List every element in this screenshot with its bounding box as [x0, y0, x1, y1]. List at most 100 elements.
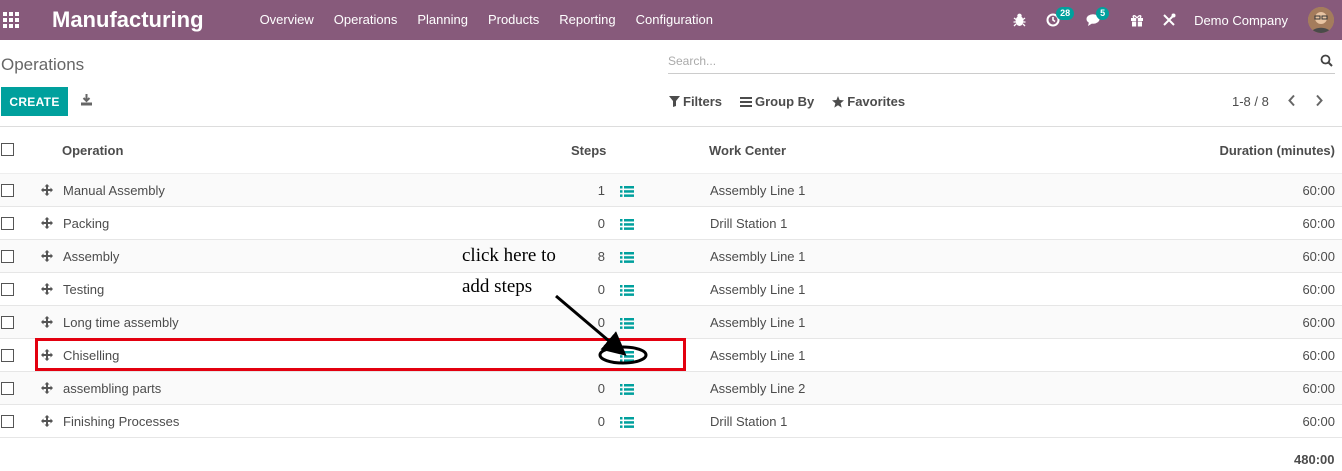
table-row[interactable]: Finishing Processes 0 Drill Station 1 60:00: [0, 405, 1342, 438]
debug-bug-icon[interactable]: [1013, 13, 1026, 27]
duration-value: 60:00: [1302, 249, 1335, 264]
drag-handle-icon[interactable]: [41, 184, 53, 199]
steps-list-icon[interactable]: [620, 383, 634, 398]
filters-button[interactable]: Filters: [669, 94, 722, 109]
pager-next-icon[interactable]: [1314, 94, 1324, 110]
duration-value: 60:00: [1302, 348, 1335, 363]
table-row[interactable]: Long time assembly 0 Assembly Line 1 60:00: [0, 306, 1342, 339]
row-checkbox[interactable]: [1, 316, 14, 329]
systray: 28 5 Demo Company: [1013, 0, 1342, 40]
menu-configuration[interactable]: Configuration: [626, 0, 723, 40]
row-checkbox[interactable]: [1, 382, 14, 395]
table-row[interactable]: assembling parts 0 Assembly Line 2 60:00: [0, 372, 1342, 405]
row-checkbox[interactable]: [1, 184, 14, 197]
drag-handle-icon[interactable]: [41, 382, 53, 397]
row-checkbox[interactable]: [1, 217, 14, 230]
duration-value: 60:00: [1302, 315, 1335, 330]
pager-value[interactable]: 1-8 / 8: [1232, 94, 1269, 109]
column-header-duration[interactable]: Duration (minutes): [1219, 143, 1335, 158]
column-header-steps[interactable]: Steps: [571, 143, 606, 158]
drag-handle-icon[interactable]: [41, 349, 53, 364]
column-header-work-center[interactable]: Work Center: [709, 143, 786, 158]
steps-list-icon[interactable]: [620, 218, 634, 233]
work-center-name: Drill Station 1: [710, 414, 788, 429]
work-center-name: Assembly Line 1: [710, 282, 806, 297]
menu-reporting[interactable]: Reporting: [549, 0, 625, 40]
search-bar: [668, 50, 1335, 74]
work-center-name: Assembly Line 1: [710, 315, 806, 330]
steps-list-icon[interactable]: [620, 185, 634, 200]
create-button[interactable]: CREATE: [1, 87, 68, 116]
favorites-label: Favorites: [847, 94, 906, 109]
filter-funnel-icon: [669, 96, 680, 107]
column-header-operation[interactable]: Operation: [62, 143, 123, 158]
steps-list-icon[interactable]: [620, 284, 634, 299]
table-header: Operation Steps Work Center Duration (mi…: [0, 127, 1342, 174]
duration-value: 60:00: [1302, 183, 1335, 198]
operation-name: Long time assembly: [63, 315, 179, 330]
company-switcher[interactable]: Demo Company: [1194, 13, 1288, 28]
menu-overview[interactable]: Overview: [250, 0, 324, 40]
app-brand-title[interactable]: Manufacturing: [52, 7, 204, 33]
activity-clock-icon[interactable]: 28: [1046, 7, 1075, 27]
table-row[interactable]: Assembly 8 Assembly Line 1 60:00: [0, 240, 1342, 273]
menu-products[interactable]: Products: [478, 0, 549, 40]
pager-previous-icon[interactable]: [1287, 94, 1297, 110]
favorites-button[interactable]: Favorites: [832, 94, 905, 109]
row-checkbox[interactable]: [1, 415, 14, 428]
steps-list-icon[interactable]: [620, 251, 634, 266]
steps-list-icon[interactable]: [620, 317, 634, 332]
duration-value: 60:00: [1302, 381, 1335, 396]
row-checkbox[interactable]: [1, 349, 14, 362]
tools-crossed-icon[interactable]: [1162, 13, 1176, 27]
top-navbar: Manufacturing Overview Operations Planni…: [0, 0, 1342, 40]
table-row[interactable]: Packing 0 Drill Station 1 60:00: [0, 207, 1342, 240]
table-row[interactable]: Chiselling Assembly Line 1 60:00: [0, 339, 1342, 372]
steps-count: 0: [597, 414, 605, 429]
duration-value: 60:00: [1302, 414, 1335, 429]
duration-value: 60:00: [1302, 216, 1335, 231]
steps-list-icon[interactable]: [620, 416, 634, 431]
drag-handle-icon[interactable]: [41, 217, 53, 232]
table-row[interactable]: Manual Assembly 1 Assembly Line 1 60:00: [0, 174, 1342, 207]
table-row[interactable]: Testing 0 Assembly Line 1 60:00: [0, 273, 1342, 306]
steps-count: 0: [597, 282, 605, 297]
search-input[interactable]: [668, 50, 1308, 72]
menu-planning[interactable]: Planning: [407, 0, 478, 40]
steps-count: 0: [597, 315, 605, 330]
user-avatar[interactable]: [1308, 7, 1334, 33]
select-all-checkbox[interactable]: [1, 143, 14, 156]
drag-handle-icon[interactable]: [41, 415, 53, 430]
group-by-label: Group By: [755, 94, 815, 109]
steps-count: 0: [597, 216, 605, 231]
steps-list-icon[interactable]: [620, 350, 634, 365]
operation-name: Finishing Processes: [63, 414, 180, 429]
menu-operations[interactable]: Operations: [324, 0, 408, 40]
main-menu: Overview Operations Planning Products Re…: [250, 0, 723, 40]
messages-count-badge: 5: [1096, 7, 1110, 20]
duration-value: 60:00: [1302, 282, 1335, 297]
steps-count: 8: [597, 249, 605, 264]
operation-name: Packing: [63, 216, 110, 231]
drag-handle-icon[interactable]: [41, 283, 53, 298]
drag-handle-icon[interactable]: [41, 250, 53, 265]
search-icon[interactable]: [1320, 54, 1333, 70]
annotation-text-line2: add steps: [462, 276, 533, 297]
operation-name: Assembly: [63, 249, 120, 264]
drag-handle-icon[interactable]: [41, 316, 53, 331]
total-duration: 480:00: [1294, 452, 1335, 467]
gift-icon[interactable]: [1130, 13, 1144, 27]
operations-list-table: Operation Steps Work Center Duration (mi…: [0, 127, 1342, 438]
messages-chat-icon[interactable]: 5: [1086, 7, 1110, 27]
apps-menu-icon[interactable]: [0, 0, 52, 40]
row-checkbox[interactable]: [1, 250, 14, 263]
group-by-button[interactable]: Group By: [740, 94, 814, 109]
work-center-name: Assembly Line 1: [710, 249, 806, 264]
steps-count: 0: [597, 381, 605, 396]
row-checkbox[interactable]: [1, 283, 14, 296]
filters-label: Filters: [683, 94, 723, 109]
annotation-text-line1: click here to: [462, 245, 556, 266]
download-icon[interactable]: [80, 93, 93, 109]
operation-name: assembling parts: [63, 381, 162, 396]
star-icon: [832, 95, 845, 108]
